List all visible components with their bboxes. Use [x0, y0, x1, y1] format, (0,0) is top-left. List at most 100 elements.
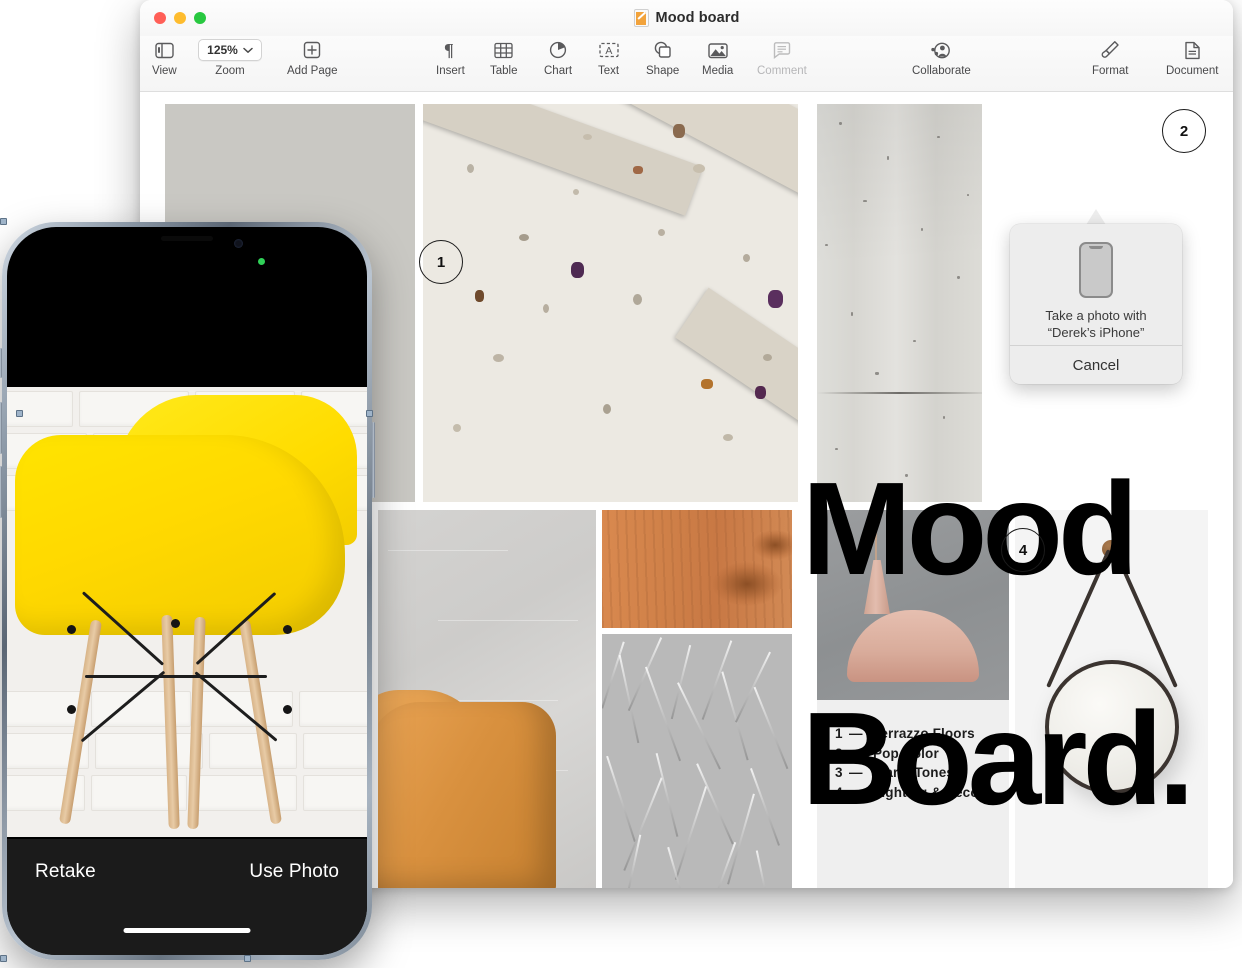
- continuity-camera-popover: Take a photo with “Derek’s iPhone” Cance…: [1010, 224, 1182, 384]
- toolbar-insert-button[interactable]: ¶ Insert: [436, 38, 465, 78]
- popover-cancel-button[interactable]: Cancel: [1010, 346, 1182, 384]
- round-mirror-photo[interactable]: [1015, 510, 1208, 888]
- selection-handle-bottom-mid[interactable]: [244, 955, 251, 962]
- iphone-volume-down-button[interactable]: [0, 466, 2, 518]
- legend-dash: —: [849, 784, 863, 800]
- sofa-arm: [378, 702, 556, 888]
- toolbar-view-button[interactable]: View: [152, 38, 177, 78]
- chair-wire: [85, 675, 267, 678]
- svg-text:¶: ¶: [444, 41, 454, 60]
- legend-list: 1 — Terrazzo Floors 2 — Pop Color 3 — Wa…: [835, 724, 984, 802]
- toolbar-collaborate-button[interactable]: Collaborate: [912, 38, 971, 78]
- marker-2[interactable]: 2: [1162, 109, 1206, 153]
- chair-joint: [67, 625, 76, 634]
- concrete-texture: [817, 104, 982, 502]
- marker-1-number: 1: [436, 253, 446, 271]
- popover-cancel-label: Cancel: [1072, 356, 1120, 374]
- chair-joint: [67, 705, 76, 714]
- legend-panel: 1 — Terrazzo Floors 2 — Pop Color 3 — Wa…: [817, 700, 1009, 888]
- toolbar-media-button[interactable]: Media: [702, 38, 733, 78]
- toolbar-add-page-button[interactable]: Add Page: [287, 38, 338, 78]
- toolbar-chart-button[interactable]: Chart: [544, 38, 572, 78]
- paintbrush-icon: [1100, 38, 1120, 62]
- terrazzo-slab-photo[interactable]: [423, 104, 798, 502]
- toolbar-zoom-label: Zoom: [215, 65, 245, 77]
- toolbar-table-button[interactable]: Table: [490, 38, 518, 78]
- window-title-text: Mood board: [655, 10, 740, 26]
- selection-handle-bottom-left[interactable]: [0, 955, 7, 962]
- mirror-ring: [1045, 660, 1179, 794]
- marker-2-number: 2: [1179, 122, 1189, 140]
- toolbar-shape-label: Shape: [646, 65, 680, 77]
- legend-item: 4 — Lighting & Decor: [835, 783, 984, 803]
- zoom-value-pill[interactable]: 125%: [198, 39, 262, 61]
- legend-label: Warm Tones: [873, 765, 955, 780]
- add-page-icon: [303, 38, 321, 62]
- wood-grain-photo[interactable]: [602, 510, 792, 628]
- selection-handle-top-left[interactable]: [0, 218, 7, 225]
- toolbar-document-button[interactable]: Document: [1166, 38, 1218, 78]
- terrazzo-texture: [423, 104, 798, 502]
- pendant-lamp-photo[interactable]: [817, 510, 1009, 700]
- screenshot-stage: Mood board View 125% Zoom Add Page ¶ Ins…: [0, 0, 1242, 968]
- toolbar-add-page-label: Add Page: [287, 65, 338, 77]
- text-box-icon: A: [598, 38, 619, 62]
- legend-item: 2 — Pop Color: [835, 744, 984, 764]
- camera-in-use-green-dot: [258, 258, 265, 265]
- toolbar-shape-button[interactable]: Shape: [646, 38, 679, 78]
- toolbar-media-label: Media: [702, 65, 734, 77]
- popover-message: Take a photo with “Derek’s iPhone”: [1010, 307, 1182, 341]
- legend-number: 4: [835, 784, 843, 800]
- iphone-device-icon: [1079, 242, 1113, 298]
- toolbar-comment-button[interactable]: Comment: [757, 38, 807, 78]
- popover-message-line-1: Take a photo with: [1045, 308, 1147, 323]
- toolbar-comment-label: Comment: [757, 65, 807, 77]
- toolbar-text-button[interactable]: A Text: [598, 38, 619, 78]
- legend-label: Pop Color: [873, 745, 939, 761]
- marker-1[interactable]: 1: [419, 240, 463, 284]
- legend-number: 2: [835, 745, 843, 761]
- lamp-cord: [875, 510, 877, 562]
- window-titlebar: Mood board: [140, 0, 1233, 36]
- table-icon: [494, 38, 513, 62]
- selection-handle-right-mid[interactable]: [366, 410, 373, 417]
- toolbar-chart-label: Chart: [544, 65, 573, 77]
- toolbar-insert-label: Insert: [436, 65, 465, 77]
- toolbar-zoom-control[interactable]: 125% Zoom: [198, 38, 262, 78]
- use-photo-button[interactable]: Use Photo: [249, 861, 339, 883]
- iphone-volume-up-button[interactable]: [0, 402, 2, 454]
- marker-4[interactable]: 4: [1001, 528, 1045, 572]
- legend-item: 1 — Terrazzo Floors: [835, 724, 984, 744]
- iphone-device: Retake Use Photo: [0, 222, 375, 960]
- legend-dash: —: [849, 765, 863, 780]
- popover-message-line-2: “Derek’s iPhone”: [1047, 325, 1145, 340]
- toolbar-table-label: Table: [490, 65, 518, 77]
- chair-joint: [283, 625, 292, 634]
- legend-item: 3 — Warm Tones: [835, 763, 984, 783]
- chair-joint: [283, 705, 292, 714]
- toolbar-document-label: Document: [1166, 65, 1219, 77]
- pilcrow-icon: ¶: [442, 38, 458, 62]
- wood-texture: [602, 510, 792, 628]
- toolbar-text-label: Text: [598, 65, 620, 77]
- chair-joint: [171, 619, 180, 628]
- pages-document-icon: [633, 9, 649, 27]
- iphone-side-button[interactable]: [372, 422, 375, 498]
- selection-handle-left-mid[interactable]: [16, 410, 23, 417]
- zoom-chevron-icon: 125%: [198, 38, 262, 62]
- legend-number: 3: [835, 765, 843, 780]
- plaster-wall-sofa-photo[interactable]: [378, 510, 596, 888]
- toolbar-format-button[interactable]: Format: [1092, 38, 1128, 78]
- toolbar-collaborate-label: Collaborate: [912, 65, 971, 77]
- concrete-wall-photo[interactable]: [817, 104, 982, 502]
- retake-button[interactable]: Retake: [35, 861, 96, 883]
- toolbar-format-label: Format: [1092, 65, 1129, 77]
- iphone-screen[interactable]: Retake Use Photo: [7, 227, 367, 955]
- chair-seat: [15, 435, 345, 635]
- fur-rug-photo[interactable]: [602, 634, 792, 888]
- iphone-mute-switch[interactable]: [0, 348, 2, 378]
- collaborate-person-icon: [930, 38, 952, 62]
- pie-chart-icon: [549, 38, 567, 62]
- home-indicator[interactable]: [123, 928, 251, 933]
- comment-bubble-icon: [773, 38, 791, 62]
